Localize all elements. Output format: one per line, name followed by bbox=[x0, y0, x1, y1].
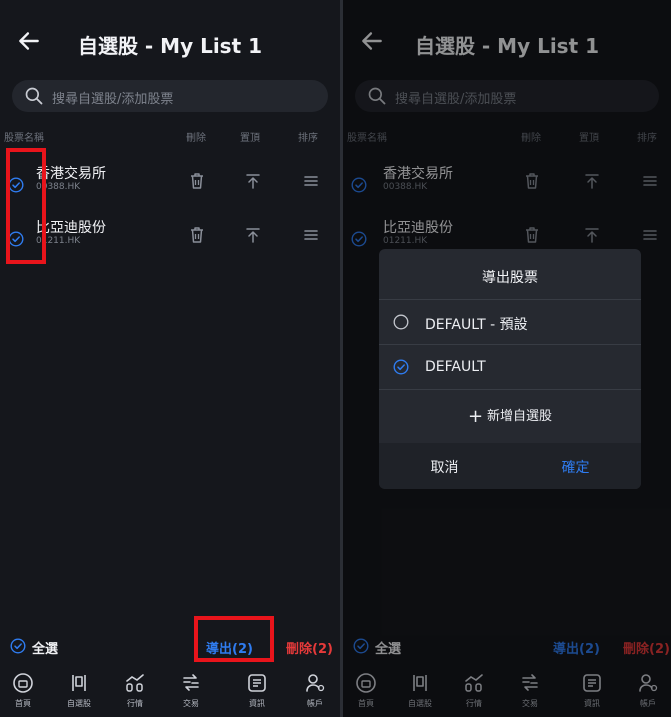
watchlist-icon bbox=[72, 675, 86, 691]
bottom-nav: 首頁 自選股 行情 交易 資訊 帳戶 bbox=[0, 668, 340, 717]
stock-row[interactable]: 比亞迪股份 01211.HK bbox=[0, 214, 340, 264]
drag-handle-icon[interactable] bbox=[302, 225, 320, 245]
left-screen: 自選股 - My List 1 搜尋自選股/添加股票 股票名稱 刪除 置頂 排序… bbox=[0, 0, 340, 717]
stock-row[interactable]: 香港交易所 00388.HK bbox=[0, 160, 340, 210]
delete-selected-button[interactable]: 刪除(2) bbox=[286, 638, 333, 657]
news-icon bbox=[248, 674, 266, 692]
drag-handle-icon[interactable] bbox=[302, 171, 320, 191]
account-icon bbox=[306, 674, 325, 692]
select-all-check-icon[interactable] bbox=[10, 638, 26, 654]
highlight-box-export bbox=[194, 616, 274, 662]
add-watchlist-button[interactable]: + 新增自選股 bbox=[379, 405, 641, 441]
bulk-action-bar: 全選 導出(2) 刪除(2) bbox=[0, 627, 340, 665]
nav-news[interactable]: 資訊 bbox=[234, 668, 280, 717]
radio-checked-icon[interactable] bbox=[393, 359, 409, 375]
pin-to-top-icon[interactable] bbox=[244, 225, 262, 245]
nav-trade[interactable]: 交易 bbox=[168, 668, 214, 717]
add-watchlist-label: 新增自選股 bbox=[487, 409, 553, 424]
nav-label: 資訊 bbox=[249, 699, 265, 708]
divider bbox=[379, 389, 641, 390]
col-stock-name: 股票名稱 bbox=[4, 133, 44, 144]
trade-icon bbox=[183, 674, 199, 691]
nav-label: 行情 bbox=[127, 699, 143, 708]
home-icon bbox=[13, 673, 33, 693]
nav-label: 交易 bbox=[183, 699, 199, 708]
page-title: 自選股 - My List 1 bbox=[77, 34, 263, 58]
highlight-box-checkboxes bbox=[6, 148, 46, 264]
search-icon bbox=[25, 87, 43, 105]
pin-to-top-icon[interactable] bbox=[244, 171, 262, 191]
option-label: DEFAULT bbox=[425, 359, 486, 375]
nav-home[interactable]: 首頁 bbox=[0, 668, 46, 717]
dialog-title: 導出股票 bbox=[482, 270, 538, 286]
confirm-button[interactable]: 確定 bbox=[510, 457, 641, 477]
export-dialog: 導出股票 DEFAULT - 預設 DEFAULT + 新增自選股 取消 確定 bbox=[379, 249, 641, 489]
market-icon bbox=[126, 674, 144, 692]
stock-name: 比亞迪股份 bbox=[36, 220, 106, 236]
nav-label: 帳戶 bbox=[307, 699, 323, 708]
select-all-label[interactable]: 全選 bbox=[32, 638, 58, 657]
col-delete: 刪除 bbox=[186, 133, 206, 144]
stock-name: 香港交易所 bbox=[36, 166, 106, 182]
dialog-option[interactable]: DEFAULT bbox=[379, 345, 641, 389]
plus-icon: + bbox=[467, 406, 484, 427]
header: 自選股 - My List 1 bbox=[0, 0, 340, 82]
nav-label: 首頁 bbox=[15, 699, 31, 708]
radio-unchecked-icon[interactable] bbox=[393, 314, 409, 330]
dialog-footer: 取消 確定 bbox=[379, 443, 641, 489]
dialog-option[interactable]: DEFAULT - 預設 bbox=[379, 300, 641, 344]
col-top: 置頂 bbox=[240, 133, 260, 144]
col-sort: 排序 bbox=[298, 133, 318, 144]
nav-watchlist[interactable]: 自選股 bbox=[56, 668, 102, 717]
nav-account[interactable]: 帳戶 bbox=[292, 668, 338, 717]
column-headers: 股票名稱 刪除 置頂 排序 bbox=[0, 129, 340, 145]
search-input[interactable]: 搜尋自選股/添加股票 bbox=[12, 80, 328, 112]
cancel-button[interactable]: 取消 bbox=[379, 457, 510, 477]
right-screen: 自選股 - My List 1 搜尋自選股/添加股票 股票名稱 刪除 置頂 排序… bbox=[343, 0, 671, 717]
option-label: DEFAULT - 預設 bbox=[425, 317, 528, 333]
nav-market[interactable]: 行情 bbox=[112, 668, 158, 717]
trash-icon[interactable] bbox=[188, 225, 206, 245]
nav-label: 自選股 bbox=[67, 699, 91, 708]
search-placeholder: 搜尋自選股/添加股票 bbox=[52, 92, 174, 107]
trash-icon[interactable] bbox=[188, 171, 206, 191]
